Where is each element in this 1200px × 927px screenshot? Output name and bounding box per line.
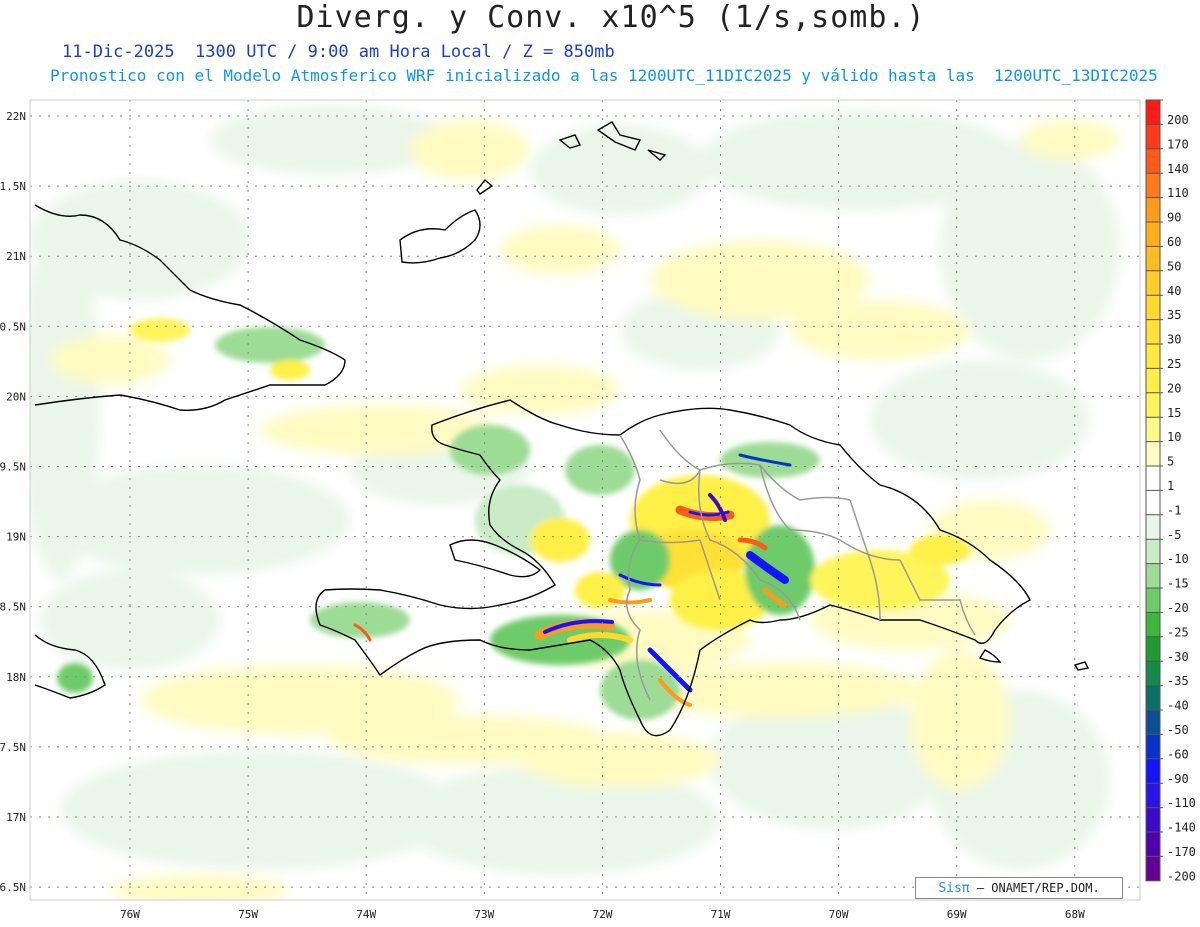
legend-swatch xyxy=(1146,466,1160,491)
legend-label: 25 xyxy=(1167,357,1181,371)
latitude-tick-label: 21N xyxy=(6,250,26,263)
legend-label: 50 xyxy=(1167,259,1181,273)
legend-label: -20 xyxy=(1167,601,1189,615)
legend-label: -25 xyxy=(1167,625,1189,639)
legend-label: -110 xyxy=(1167,796,1196,810)
legend-swatch xyxy=(1146,270,1160,296)
legend-swatch xyxy=(1146,490,1160,515)
legend-label: 30 xyxy=(1167,333,1181,347)
legend-label: 170 xyxy=(1167,137,1189,151)
legend-swatch xyxy=(1146,588,1160,613)
legend-swatch xyxy=(1146,344,1160,369)
latitude-tick-label: 20N xyxy=(6,390,26,403)
legend-swatch xyxy=(1146,758,1160,784)
legend-label: -35 xyxy=(1167,674,1189,688)
latitude-tick-label: 17.5N xyxy=(0,741,26,754)
legend-swatch xyxy=(1146,100,1160,125)
credit-box: Sisπ – ONAMET/REP.DOM. xyxy=(915,877,1123,899)
longitude-tick-label: 73W xyxy=(474,908,494,921)
legend-swatch xyxy=(1146,661,1160,686)
legend-swatch xyxy=(1146,612,1160,637)
legend-label: -50 xyxy=(1167,723,1189,737)
legend-label: 90 xyxy=(1167,211,1181,225)
legend-swatch xyxy=(1146,392,1160,418)
longitude-tick-label: 75W xyxy=(238,908,258,921)
legend-label: -140 xyxy=(1167,821,1196,835)
legend-swatch xyxy=(1146,856,1160,881)
longitude-labels: 76W 75W 74W 73W 72W 71W 70W 69W 68W xyxy=(120,908,1085,921)
legend-label: -30 xyxy=(1167,650,1189,664)
latitude-tick-label: 19.5N xyxy=(0,461,26,474)
latitude-tick-label: 21.5N xyxy=(0,180,26,193)
legend-swatch xyxy=(1146,197,1160,222)
longitude-tick-label: 69W xyxy=(947,908,967,921)
legend-label: 140 xyxy=(1167,162,1189,176)
legend-label: -40 xyxy=(1167,699,1189,713)
legend-swatch xyxy=(1146,783,1160,808)
legend-label: -60 xyxy=(1167,747,1189,761)
legend-label: -10 xyxy=(1167,552,1189,566)
legend-swatch xyxy=(1146,832,1160,857)
legend-label: 5 xyxy=(1167,455,1174,469)
latitude-labels: 22N 21.5N 21N 20.5N 20N 19.5N 19N 18.5N 18N 17.5N… xyxy=(0,110,26,894)
legend-swatch xyxy=(1146,368,1160,393)
legend-swatch xyxy=(1146,173,1160,198)
divergence-map: 76W75W74W73W72W71W70W69W68W 22N21.5N21N2… xyxy=(0,99,1196,921)
legend-swatch xyxy=(1146,148,1160,174)
latitude-tick-label: 16.5N xyxy=(0,881,26,894)
divergence-field xyxy=(30,100,1140,900)
legend-label: 110 xyxy=(1167,186,1189,200)
legend-label: 1 xyxy=(1167,479,1174,493)
legend-swatch xyxy=(1146,710,1160,735)
legend-swatch xyxy=(1146,319,1160,344)
legend-swatch xyxy=(1146,539,1160,564)
color-legend: 200 170 140 110 90 60 50 40 35 30 25 20 15 10 5 1 -1 -5 -1… xyxy=(1145,99,1196,883)
legend-label: -5 xyxy=(1167,528,1181,542)
latitude-tick-label: 18N xyxy=(6,671,26,684)
latitude-tick-label: 19N xyxy=(6,531,26,544)
latitude-tick-label: 22N xyxy=(6,110,26,123)
legend-label: -90 xyxy=(1167,772,1189,786)
legend-swatch xyxy=(1146,295,1160,320)
legend-label: -1 xyxy=(1167,503,1181,517)
longitude-tick-label: 76W xyxy=(120,908,140,921)
legend-label: 40 xyxy=(1167,284,1181,298)
legend-swatch xyxy=(1146,807,1160,832)
longitude-tick-label: 74W xyxy=(356,908,376,921)
latitude-tick-label: 17N xyxy=(6,811,26,824)
legend-swatch xyxy=(1146,685,1160,710)
legend-swatch xyxy=(1146,636,1160,662)
legend-swatch xyxy=(1146,124,1160,149)
legend-swatch xyxy=(1146,734,1160,759)
legend-label: 10 xyxy=(1167,430,1181,444)
legend-label: -15 xyxy=(1167,577,1189,591)
legend-label: 15 xyxy=(1167,406,1181,420)
legend-label: -170 xyxy=(1167,845,1196,859)
legend-label: 35 xyxy=(1167,308,1181,322)
legend-label: 60 xyxy=(1167,235,1181,249)
longitude-tick-label: 72W xyxy=(592,908,612,921)
brand-label: Sisπ xyxy=(938,881,970,896)
longitude-tick-label: 70W xyxy=(829,908,849,921)
legend-label: -200 xyxy=(1167,869,1196,883)
legend-swatch xyxy=(1146,417,1160,442)
org-label: – ONAMET/REP.DOM. xyxy=(976,881,1100,895)
legend-label: 20 xyxy=(1167,381,1181,395)
latitude-tick-label: 20.5N xyxy=(0,320,26,333)
longitude-tick-label: 71W xyxy=(711,908,731,921)
legend-swatch xyxy=(1146,514,1160,540)
latitude-tick-label: 18.5N xyxy=(0,601,26,614)
legend-swatch xyxy=(1146,246,1160,271)
legend-swatch xyxy=(1146,563,1160,588)
legend-label: 200 xyxy=(1167,113,1189,127)
legend-swatch xyxy=(1146,222,1160,247)
legend-swatch xyxy=(1146,441,1160,466)
longitude-tick-label: 68W xyxy=(1065,908,1085,921)
